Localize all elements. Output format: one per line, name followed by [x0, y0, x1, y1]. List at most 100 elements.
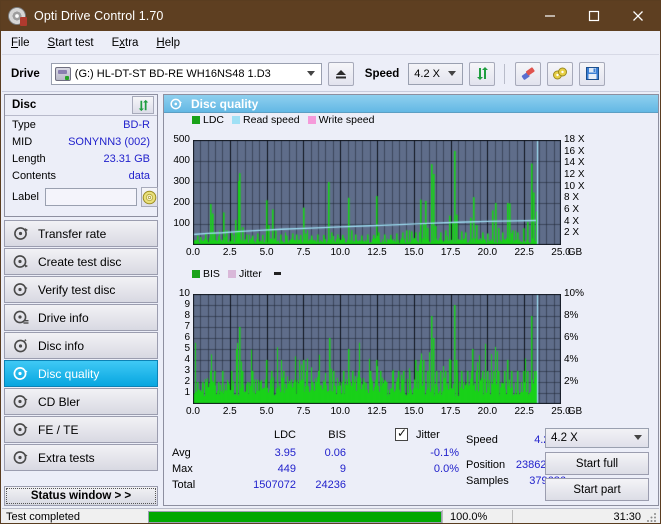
disc-quality-title: Disc quality: [191, 97, 258, 111]
sidebar-item-disc-quality[interactable]: Disc quality: [4, 360, 158, 387]
drive-select[interactable]: (G:) HL-DT-ST BD-RE WH16NS48 1.D3: [51, 63, 322, 85]
sidebar-item-drive-info[interactable]: Drive info: [4, 304, 158, 331]
legend-jitter: Jitter: [228, 268, 262, 280]
jitter-checkbox[interactable]: [395, 428, 408, 441]
sidebar-item-label: Verify test disc: [38, 283, 115, 297]
disc-row-mid: MID SONYNN3 (002): [5, 133, 157, 150]
disc-label-input[interactable]: [45, 188, 137, 206]
drive-label: Drive: [11, 68, 40, 80]
stats-speed-select[interactable]: 4.2 X: [545, 428, 649, 448]
stats-col-jitter: Jitter: [416, 429, 440, 441]
drive-icon: [55, 67, 71, 81]
sidebar-item-cd-bler[interactable]: CD Bler: [4, 388, 158, 415]
stats-max-ldc: 449: [250, 463, 296, 475]
x-axis-unit-label: GB: [563, 407, 587, 417]
disc-label-label: Label: [12, 191, 39, 203]
sidebar-item-extra-tests[interactable]: Extra tests: [4, 444, 158, 471]
save-button[interactable]: [579, 62, 605, 86]
disc-label-row: Label: [5, 184, 157, 210]
x-tick-label: 17.5: [435, 407, 467, 417]
y-tick-label: 4: [164, 355, 190, 364]
stats-panel: LDC BIS Jitter Avg 3.95 0.06 -0.1% Max 4…: [164, 426, 658, 506]
x-tick-label: 22.5: [508, 248, 540, 258]
disc-mid-label: MID: [12, 136, 32, 148]
stats-speed-label: Speed: [466, 434, 498, 446]
stats-speed-select-value: 4.2 X: [551, 432, 578, 444]
disc-type-label: Type: [12, 119, 36, 131]
stats-row-total-label: Total: [172, 479, 195, 491]
menu-file[interactable]: FFileile: [2, 35, 39, 51]
y2-tick-label: 12 X: [564, 170, 585, 179]
status-message: Test completed: [6, 511, 80, 523]
opti-drive-control-window: Opti Drive Control 1.70 FFileile Start t…: [0, 0, 661, 524]
y-tick-label: 7: [164, 322, 190, 331]
status-window-button[interactable]: Status window > >: [4, 486, 158, 506]
window-title: Opti Drive Control 1.70: [34, 9, 163, 23]
progress-bar: [148, 511, 442, 523]
disc-length-value: 23.31 GB: [104, 153, 150, 165]
sidebar-item-fe-te[interactable]: FE / TE: [4, 416, 158, 443]
maximize-button[interactable]: [572, 1, 616, 31]
start-part-button[interactable]: Start part: [545, 478, 649, 501]
y-tick-label: 5: [164, 344, 190, 353]
y2-tick-label: 16 X: [564, 147, 585, 156]
resize-grip[interactable]: [646, 512, 657, 523]
x-tick-label: 0.0: [177, 248, 209, 258]
legend-label: Read speed: [243, 114, 300, 126]
menu-help[interactable]: Help: [147, 35, 189, 51]
x-tick-label: 12.5: [361, 407, 393, 417]
menu-start-test[interactable]: Start test: [39, 35, 103, 51]
disc-row-contents: Contents data: [5, 167, 157, 184]
bis-plot: [193, 294, 561, 404]
disc-info-icon: [13, 337, 30, 354]
disc-create-icon: [13, 253, 30, 270]
refresh-button[interactable]: [469, 62, 495, 86]
disc-tools-button[interactable]: [547, 62, 573, 86]
y-tick-label: 300: [164, 177, 190, 186]
sidebar-nav: Transfer rate Create test disc Verify te…: [4, 220, 158, 472]
sidebar-item-label: Disc quality: [38, 367, 99, 381]
y2-tick-label: 10 X: [564, 182, 585, 191]
x-tick-label: 12.5: [361, 248, 393, 258]
disc-length-label: Length: [12, 153, 46, 165]
close-button[interactable]: [616, 1, 660, 31]
disc-transfer-icon: [13, 225, 30, 242]
x-tick-label: 10.0: [324, 407, 356, 417]
eject-button[interactable]: [328, 62, 354, 86]
stats-avg-bis: 0.06: [304, 447, 346, 459]
y-tick-label: 500: [164, 135, 190, 144]
minimize-button[interactable]: [528, 1, 572, 31]
bis-chart: BIS Jitter 12345678910 2%4%6%8%10% 0.02.…: [164, 267, 658, 417]
toolbar-separator: [504, 64, 505, 84]
sidebar-item-label: Drive info: [38, 311, 89, 325]
sidebar-item-label: FE / TE: [38, 423, 78, 437]
x-tick-label: 15.0: [398, 248, 430, 258]
menu-extra[interactable]: Extra: [103, 35, 148, 51]
y2-tick-label: 6%: [564, 333, 578, 342]
stats-avg-ldc: 3.95: [250, 447, 296, 459]
disc-contents-label: Contents: [12, 170, 56, 182]
y-tick-label: 200: [164, 198, 190, 207]
disc-label-button[interactable]: [141, 187, 158, 207]
sidebar-item-disc-info[interactable]: Disc info: [4, 332, 158, 359]
erase-button[interactable]: [515, 62, 541, 86]
y-tick-label: 3: [164, 366, 190, 375]
disc-row-type: Type BD-R: [5, 116, 157, 133]
start-full-button[interactable]: Start full: [545, 452, 649, 475]
disc-refresh-button[interactable]: [132, 96, 154, 114]
extra-tests-icon: [13, 449, 30, 466]
sidebar-item-create-test-disc[interactable]: Create test disc: [4, 248, 158, 275]
speed-select[interactable]: 4.2 X: [408, 63, 463, 85]
sidebar-item-transfer-rate[interactable]: Transfer rate: [4, 220, 158, 247]
x-tick-label: 17.5: [435, 248, 467, 258]
sidebar-item-verify-test-disc[interactable]: Verify test disc: [4, 276, 158, 303]
y2-tick-label: 4%: [564, 355, 578, 364]
stats-col-ldc: LDC: [250, 429, 296, 441]
disc-quality-icon: [170, 97, 184, 111]
legend-ldc: LDC: [192, 114, 224, 126]
menu-bar: FFileile Start test Extra Help: [2, 31, 659, 55]
sidebar-item-label: Transfer rate: [38, 227, 106, 241]
disc-info-panel: Disc Type BD-R MID SONYNN3 (002) Length …: [4, 94, 158, 217]
drive-info-icon: [13, 309, 30, 326]
y-tick-label: 2: [164, 377, 190, 386]
